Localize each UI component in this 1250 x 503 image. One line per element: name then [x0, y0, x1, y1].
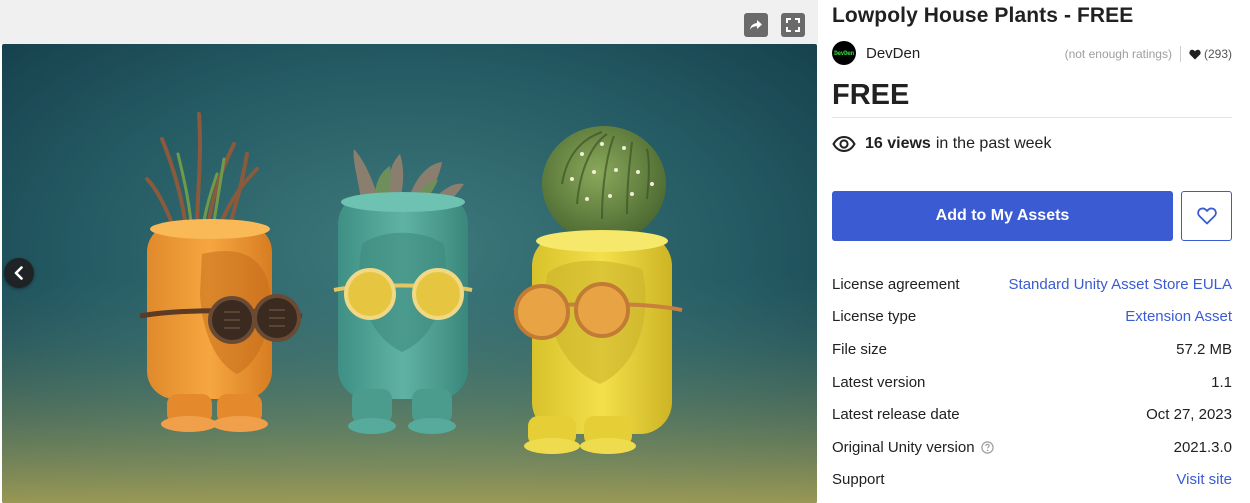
detail-row-unity-version: Original Unity version 2021.3.0 — [832, 431, 1232, 464]
file-size-value: 57.2 MB — [1176, 340, 1232, 358]
detail-label: Latest release date — [832, 406, 960, 424]
detail-label: Support — [832, 471, 885, 489]
rating-summary: (not enough ratings) (293) — [1065, 46, 1232, 62]
add-to-wishlist-button[interactable] — [1181, 191, 1232, 241]
chevron-left-icon — [14, 266, 23, 280]
detail-row-file-size: File size 57.2 MB — [832, 333, 1232, 366]
rating-text: (not enough ratings) — [1064, 47, 1172, 61]
license-agreement-link[interactable]: Standard Unity Asset Store EULA — [1009, 276, 1232, 293]
detail-label: File size — [832, 340, 888, 358]
divider — [832, 117, 1232, 118]
weekly-views: 16 views in the past week — [832, 135, 1051, 153]
publisher-name[interactable]: DevDen — [866, 45, 920, 62]
detail-row-license-type: License type Extension Asset — [832, 301, 1232, 334]
support-visit-site-link[interactable]: Visit site — [1176, 471, 1232, 488]
previous-image-button[interactable] — [4, 258, 34, 288]
views-count: 16 views — [865, 135, 931, 152]
product-price: FREE — [832, 79, 910, 111]
latest-version-value: 1.1 — [1211, 373, 1232, 391]
views-suffix: in the past week — [935, 135, 1052, 152]
share-arrow-icon — [750, 20, 762, 30]
heart-icon — [1189, 49, 1201, 59]
unity-version-value: 2021.3.0 — [1173, 438, 1232, 456]
publisher-link[interactable]: DevDen DevDen — [832, 40, 920, 66]
detail-row-support: Support Visit site — [832, 464, 1232, 497]
add-to-my-assets-button[interactable]: Add to My Assets — [832, 191, 1173, 241]
share-button[interactable] — [744, 13, 768, 37]
detail-label: License type — [832, 308, 917, 326]
fullscreen-icon — [786, 18, 800, 32]
eye-icon — [832, 136, 856, 152]
product-hero-image[interactable] — [2, 44, 817, 503]
detail-label-with-help: Original Unity version — [832, 439, 994, 456]
detail-row-release-date: Latest release date Oct 27, 2023 — [832, 398, 1232, 431]
details-table: License agreement Standard Unity Asset S… — [832, 268, 1232, 496]
license-type-link[interactable]: Extension Asset — [1125, 308, 1232, 325]
media-gallery — [0, 0, 818, 503]
publisher-avatar: DevDen — [832, 41, 856, 65]
favorites-count: (293) — [1203, 47, 1232, 61]
product-details-panel: Lowpoly House Plants - FREE DevDen DevDe… — [832, 0, 1232, 503]
rating-divider — [1179, 46, 1181, 62]
detail-label: Original Unity version — [832, 438, 975, 456]
detail-label: Latest version — [832, 373, 926, 391]
media-toolbar — [0, 0, 818, 44]
product-title: Lowpoly House Plants - FREE — [832, 4, 1134, 27]
release-date-value: Oct 27, 2023 — [1146, 406, 1232, 424]
detail-label: License agreement — [832, 275, 960, 293]
heart-outline-icon — [1196, 207, 1217, 225]
detail-row-latest-version: Latest version 1.1 — [832, 366, 1232, 399]
fullscreen-button[interactable] — [781, 13, 805, 37]
help-icon[interactable] — [980, 441, 994, 454]
detail-row-license-agreement: License agreement Standard Unity Asset S… — [832, 268, 1232, 301]
